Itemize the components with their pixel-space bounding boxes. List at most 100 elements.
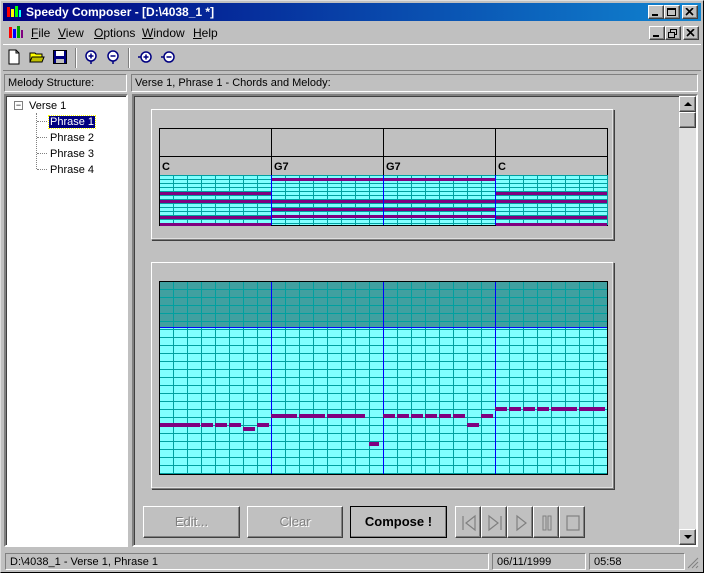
- zoom-out-horizontal-icon: [161, 51, 175, 63]
- chord-note: [160, 192, 271, 195]
- chord-note: [272, 208, 383, 211]
- open-folder-icon: [29, 52, 45, 63]
- menu-window[interactable]: Window: [142, 26, 185, 40]
- melody-note: [229, 423, 241, 427]
- status-time: 05:58: [589, 553, 685, 570]
- open-button[interactable]: [28, 48, 48, 68]
- zoom-in-horizontal-icon: [138, 51, 152, 63]
- chord-note: [384, 215, 495, 218]
- tree-item-label: Phrase 2: [50, 132, 95, 144]
- melody-note: [411, 414, 423, 418]
- save-disk-icon: [53, 50, 67, 64]
- new-button[interactable]: [5, 48, 25, 68]
- melody-structure-header: Melody Structure:: [4, 74, 127, 92]
- zoom-in-button[interactable]: [82, 48, 102, 68]
- melody-note: [509, 407, 521, 411]
- chord-note: [496, 216, 607, 219]
- menu-file[interactable]: File: [31, 26, 50, 40]
- menu-bar: File View Options Window Help: [3, 23, 701, 42]
- menu-help[interactable]: Help: [193, 26, 218, 40]
- tree-item-label: Phrase 1: [47, 115, 97, 129]
- melody-note: [537, 407, 549, 411]
- chord-label: G7: [386, 161, 401, 173]
- chord-note: [496, 192, 607, 195]
- melody-note: [425, 414, 437, 418]
- melody-note: [481, 414, 493, 418]
- stop-icon: [566, 515, 580, 531]
- resize-grip-icon[interactable]: [687, 557, 699, 569]
- tree-connector: [37, 137, 47, 138]
- menu-view[interactable]: View: [58, 26, 84, 40]
- melody-note: [453, 414, 465, 418]
- tree-item-phrase-2[interactable]: Phrase 2: [50, 131, 94, 145]
- melody-piano-roll[interactable]: [159, 281, 608, 475]
- edit-button[interactable]: Edit...: [143, 506, 240, 538]
- vertical-scrollbar[interactable]: [679, 96, 696, 545]
- melody-note: [327, 414, 365, 418]
- maximize-icon: [667, 8, 676, 16]
- pause-button[interactable]: [533, 506, 559, 538]
- restore-icon: [668, 29, 677, 38]
- minimize-button[interactable]: [648, 5, 664, 19]
- close-icon: [685, 8, 694, 16]
- collapse-icon[interactable]: −: [14, 101, 23, 110]
- pause-icon: [542, 515, 552, 531]
- chord-note: [496, 223, 607, 226]
- melody-note: [257, 423, 269, 427]
- tree-item-label: Phrase 4: [50, 164, 95, 176]
- scroll-up-button[interactable]: [679, 96, 696, 112]
- melody-note: [243, 427, 255, 431]
- chord-note: [160, 216, 271, 219]
- melody-note: [160, 423, 200, 427]
- tree-item-phrase-3[interactable]: Phrase 3: [50, 147, 94, 161]
- document-icon[interactable]: [8, 25, 24, 40]
- tree-connector: [37, 169, 47, 170]
- tree-item-label: Verse 1: [29, 100, 67, 112]
- doc-restore-button[interactable]: [665, 26, 681, 40]
- minimize-icon: [652, 14, 658, 16]
- melody-note: [439, 414, 451, 418]
- zoom-out-horizontal-button[interactable]: [159, 48, 179, 68]
- chord-note: [384, 208, 495, 211]
- title-bar[interactable]: Speedy Composer - [D:\4038_1 *]: [3, 3, 701, 21]
- compose-button[interactable]: Compose !: [350, 506, 447, 538]
- tree-item-phrase-4[interactable]: Phrase 4: [50, 163, 94, 177]
- chord-grid[interactable]: C G7 G7 C: [159, 128, 608, 226]
- chord-panel: C G7 G7 C: [151, 109, 614, 240]
- zoom-in-horizontal-button[interactable]: [136, 48, 156, 68]
- skip-to-end-button[interactable]: [481, 506, 507, 538]
- tree-item-phrase-1[interactable]: Phrase 1: [47, 115, 97, 129]
- clear-button[interactable]: Clear: [247, 506, 343, 538]
- scroll-thumb[interactable]: [679, 112, 696, 128]
- zoom-in-icon: [85, 50, 97, 64]
- maximize-button[interactable]: [664, 5, 680, 19]
- play-button[interactable]: [507, 506, 533, 538]
- stop-button[interactable]: [559, 506, 585, 538]
- skip-to-start-icon: [462, 514, 476, 532]
- tree-connector: [37, 153, 47, 154]
- status-bar: D:\4038_1 - Verse 1, Phrase 1 06/11/1999…: [3, 551, 701, 571]
- chord-note: [384, 178, 495, 181]
- chords-melody-header: Verse 1, Phrase 1 - Chords and Melody:: [131, 74, 698, 92]
- toolbar: [3, 44, 701, 71]
- melody-structure-tree: − Verse 1 Phrase 1 Phrase 2 Phrase 3 Phr…: [4, 94, 128, 547]
- skip-to-start-button[interactable]: [455, 506, 481, 538]
- tree-item-verse-1[interactable]: Verse 1: [29, 99, 66, 113]
- melody-note: [369, 442, 379, 446]
- chord-note: [272, 178, 383, 181]
- doc-close-button[interactable]: [683, 26, 699, 40]
- doc-minimize-button[interactable]: [649, 26, 665, 40]
- chord-note: [496, 200, 607, 203]
- close-button[interactable]: [682, 5, 698, 19]
- melody-note: [467, 423, 479, 427]
- arrow-up-icon: [684, 102, 692, 106]
- menu-options[interactable]: Options: [94, 26, 135, 40]
- melody-note: [201, 423, 213, 427]
- chord-note: [384, 200, 495, 203]
- zoom-out-button[interactable]: [104, 48, 124, 68]
- scroll-down-button[interactable]: [679, 529, 696, 545]
- chord-note: [272, 200, 383, 203]
- save-button[interactable]: [51, 48, 71, 68]
- toolbar-separator: [75, 48, 77, 68]
- melody-note: [523, 407, 535, 411]
